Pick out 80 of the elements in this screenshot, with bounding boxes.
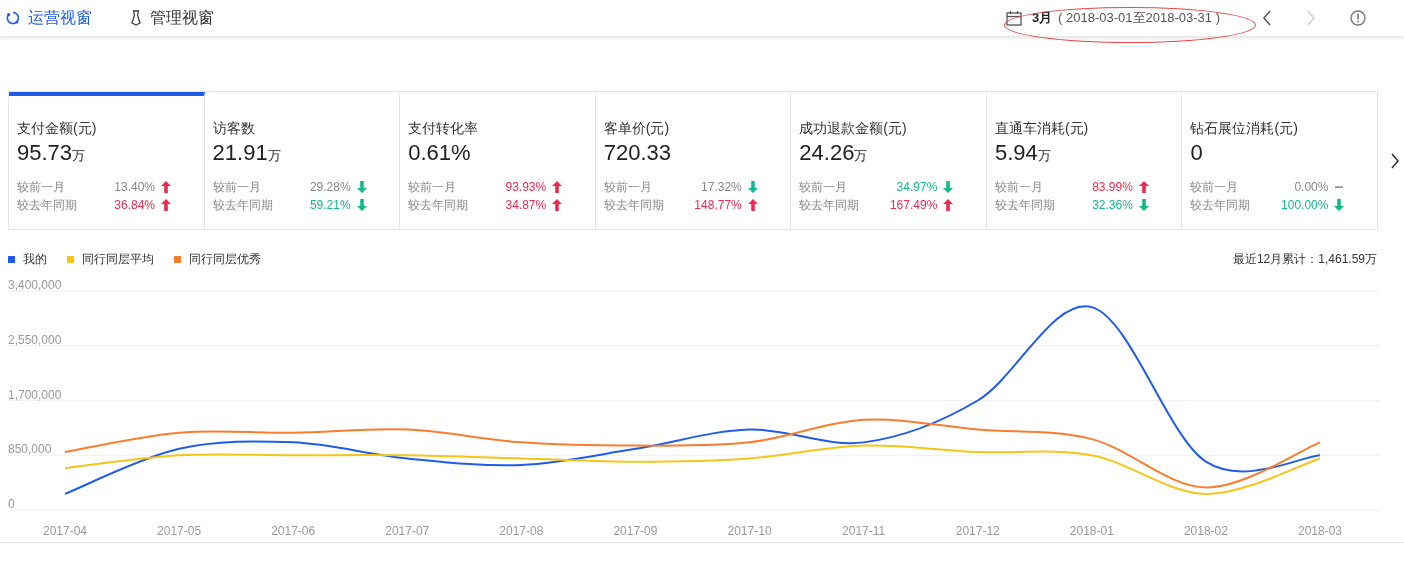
comparison-label: 较前一月: [408, 179, 458, 196]
metric-value: 0: [1190, 140, 1204, 166]
y-axis-label: 850,000: [8, 442, 52, 457]
x-axis-label: 2017-04: [43, 524, 87, 538]
y-axis-label: 3,400,000: [8, 278, 62, 292]
comparison-label: 较去年同期: [994, 197, 1056, 214]
x-axis-label: 2018-01: [1069, 524, 1114, 538]
legend-item[interactable]: 我的: [8, 251, 47, 268]
cycle-icon: [6, 11, 20, 25]
comparison-label: 较前一月: [799, 179, 849, 196]
comparison-value: 34.87%: [504, 197, 547, 214]
x-axis-label: 2018-03: [1298, 524, 1342, 538]
period-label: 3月: [1031, 9, 1053, 27]
comparison-value: 93.93%: [504, 179, 547, 196]
metric-value: 5.94万: [994, 140, 1052, 166]
previous-icon[interactable]: [1262, 10, 1272, 26]
comparison-label: 较前一月: [994, 179, 1044, 196]
metric-card[interactable]: 客单价(元) 720.33 较前一月 17.32% 较去年同期 148.77%: [595, 92, 792, 229]
metric-title: 客单价(元): [603, 120, 671, 138]
comparison-label: 较去年同期: [212, 197, 274, 214]
comparison-value: 32.36%: [1091, 197, 1133, 214]
x-axis-label: 2017-10: [727, 524, 772, 538]
nav-tab[interactable]: 管理视窗: [130, 0, 214, 36]
y-axis-label: 1,700,000: [8, 387, 62, 402]
x-axis-label: 2017-07: [385, 524, 430, 538]
metric-card[interactable]: 直通车消耗(元) 5.94万 较前一月 83.99% 较去年同期 32.36%: [986, 92, 1183, 229]
comparison-value: 17.32%: [700, 179, 742, 196]
next-icon[interactable]: [1390, 151, 1400, 170]
nav-tab[interactable]: 运营视窗: [6, 0, 92, 36]
x-axis-label: 2017-06: [271, 524, 316, 538]
comparison-label: 较前一月: [212, 179, 262, 196]
comparison-label: 较去年同期: [603, 197, 665, 214]
comparison-value: 36.84%: [113, 197, 155, 214]
comparison-value: 167.49%: [888, 197, 938, 214]
metric-value: 720.33: [603, 140, 673, 166]
comparison-value: 0.00%: [1293, 179, 1329, 196]
metric-card[interactable]: 支付转化率 0.61% 较前一月 93.93% 较去年同期 34.87%: [400, 92, 596, 229]
tie-icon: [130, 10, 142, 26]
date-range: ( 2018-03-01至2018-03-31 ): [1058, 9, 1220, 27]
comparison-value: 29.28%: [308, 179, 351, 196]
metric-title: 访客数: [212, 120, 256, 138]
metric-title: 直通车消耗(元): [994, 120, 1090, 138]
metric-card[interactable]: 钻石展位消耗(元) 0 较前一月 0.00% 较去年同期 100.00%: [1182, 92, 1378, 229]
metric-title: 支付转化率: [408, 120, 480, 138]
x-axis-label: 2017-12: [955, 524, 1000, 538]
comparison-label: 较前一月: [603, 179, 653, 196]
total-label: 最近12月累计：1,461.59万: [1232, 251, 1377, 268]
metric-value: 0.61%: [408, 140, 472, 166]
calendar-icon[interactable]: [1005, 10, 1022, 26]
y-axis-label: 0: [8, 497, 15, 511]
comparison-label: 较去年同期: [1190, 197, 1252, 214]
metric-value: 95.73万: [17, 140, 87, 166]
comparison-value: 148.77%: [693, 197, 742, 214]
legend-item[interactable]: 同行同层优秀: [174, 251, 261, 268]
metric-value: 21.91万: [212, 140, 282, 166]
comparison-label: 较前一月: [1190, 179, 1240, 196]
metric-card[interactable]: 成功退款金额(元) 24.26万 较前一月 34.97% 较去年同期 167.49%: [791, 92, 987, 229]
x-axis-label: 2017-08: [499, 524, 544, 538]
x-axis-label: 2017-09: [613, 524, 658, 538]
comparison-label: 较去年同期: [799, 197, 861, 214]
comparison-value: 59.21%: [308, 197, 351, 214]
legend-item[interactable]: 同行同层平均: [67, 251, 154, 268]
info-icon[interactable]: [1350, 10, 1366, 26]
comparison-value: 83.99%: [1091, 179, 1133, 196]
metric-card[interactable]: 支付金额(元) 95.73万 较前一月 13.40% 较去年同期 36.84%: [9, 92, 205, 229]
comparison-label: 较去年同期: [408, 197, 470, 214]
comparison-label: 较去年同期: [17, 197, 78, 214]
comparison-value: 34.97%: [895, 179, 938, 196]
comparison-value: 100.00%: [1280, 197, 1329, 214]
metric-title: 钻石展位消耗(元): [1190, 120, 1299, 138]
comparison-label: 较前一月: [17, 179, 66, 196]
metric-value: 24.26万: [799, 140, 869, 166]
x-axis-label: 2017-05: [157, 524, 202, 538]
x-axis-label: 2018-02: [1183, 524, 1228, 538]
metric-title: 支付金额(元): [17, 120, 98, 138]
metric-title: 成功退款金额(元): [799, 120, 908, 138]
x-axis-label: 2017-11: [842, 524, 886, 538]
comparison-value: 13.40%: [113, 179, 155, 196]
metric-card[interactable]: 访客数 21.91万 较前一月 29.28% 较去年同期 59.21%: [204, 92, 401, 229]
y-axis-label: 2,550,000: [8, 332, 62, 347]
